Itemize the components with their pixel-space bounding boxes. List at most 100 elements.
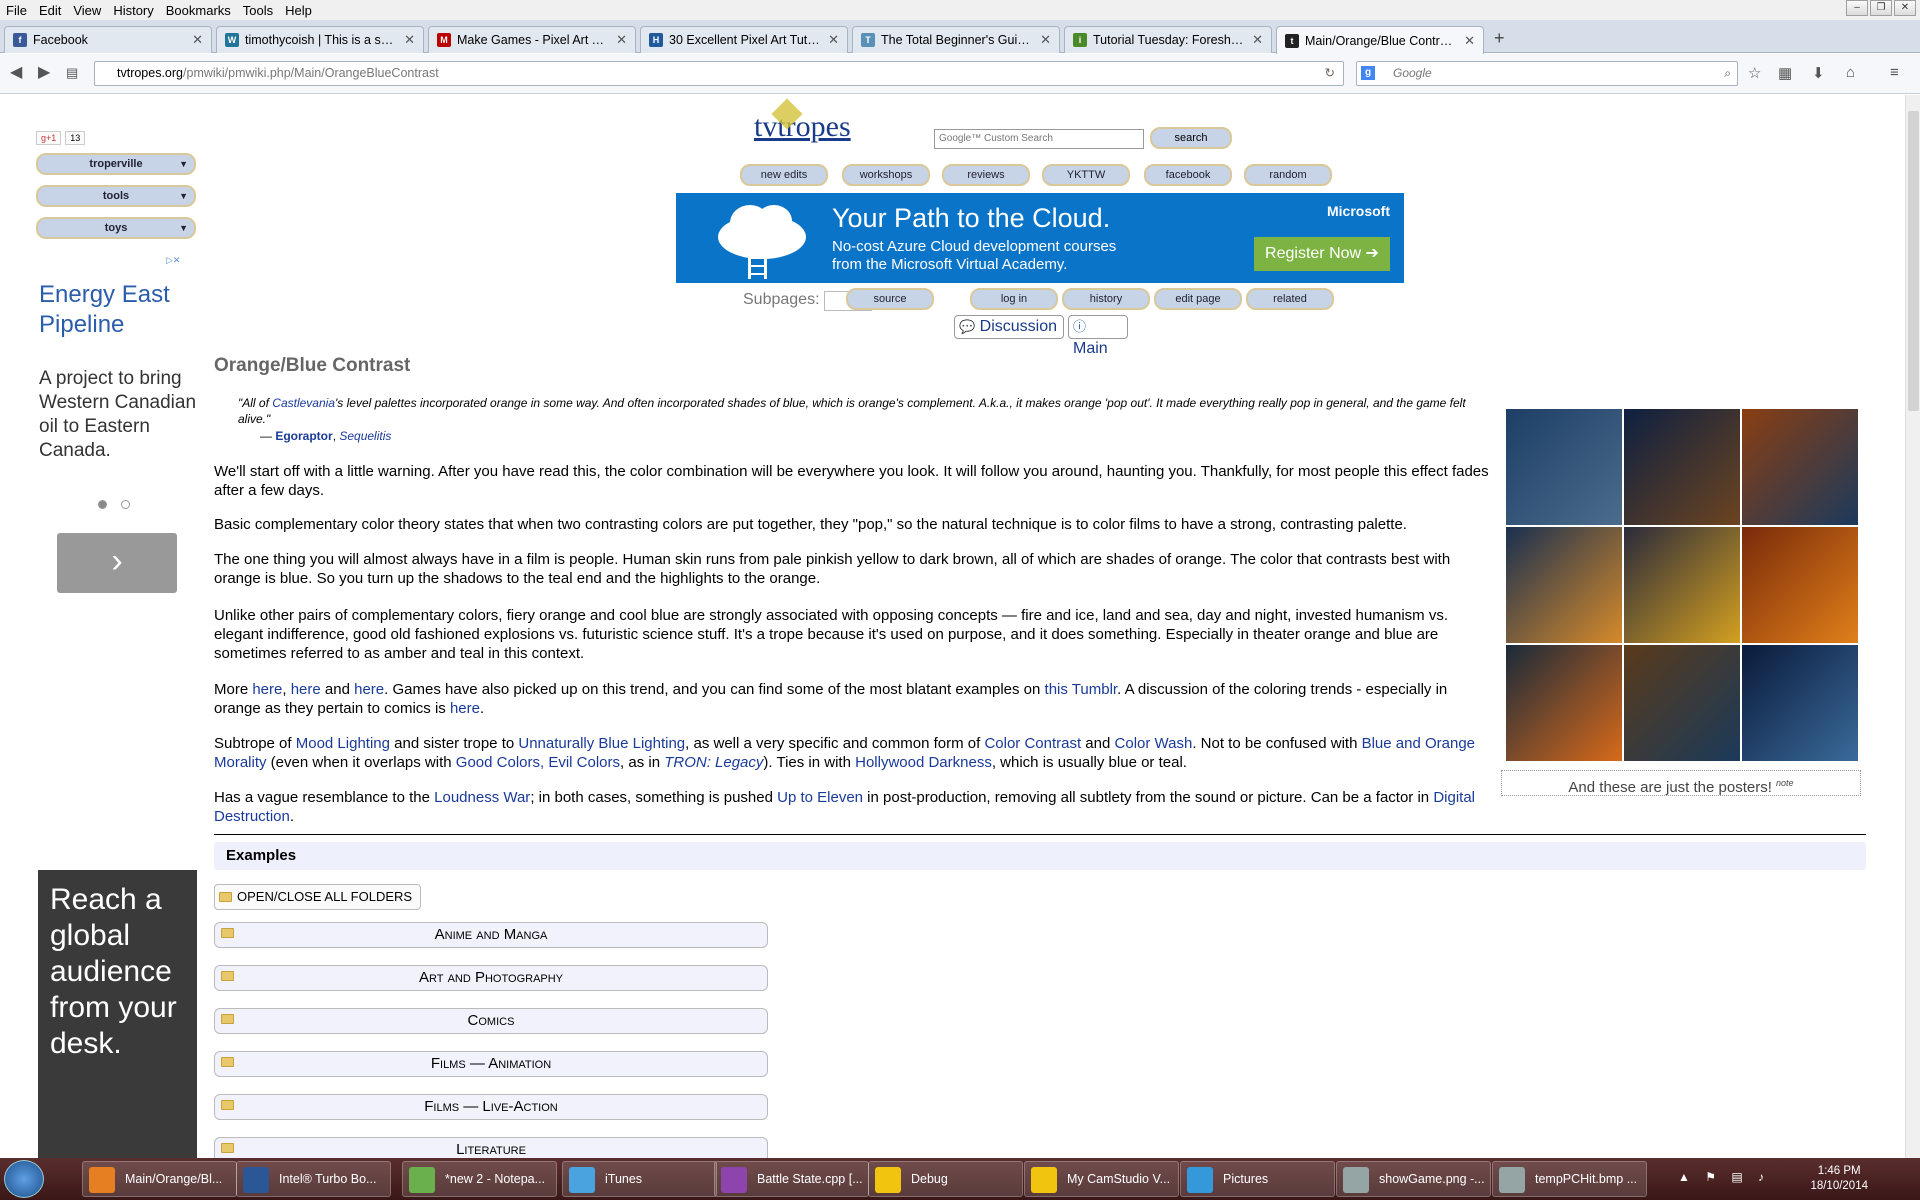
browser-tab[interactable]: i Tutorial Tuesday: Foreshor... ✕ [1064,26,1272,53]
link-mood-lighting[interactable]: Mood Lighting [296,735,390,752]
site-search-input[interactable]: Google™ Custom Search [934,129,1144,149]
nav-facebook[interactable]: facebook [1144,164,1232,186]
menu-view[interactable]: View [67,3,107,18]
search-icon[interactable]: ⌕ [1724,62,1731,85]
taskbar-item[interactable]: Battle State.cpp [... [714,1161,869,1197]
gplus-button[interactable]: g+1 [36,131,62,145]
gplus-widget[interactable]: g+1 13 [36,131,86,145]
clock[interactable]: 1:46 PM 18/10/2014 [1810,1164,1868,1194]
btn-related[interactable]: related [1246,288,1334,310]
link-sequelitis[interactable]: Sequelitis [339,429,391,443]
home-icon[interactable]: ⌂ [1846,64,1855,81]
folder-comics[interactable]: Comics [214,1008,768,1034]
nav-random[interactable]: random [1244,164,1332,186]
taskbar-item[interactable]: iTunes [562,1161,717,1197]
adchoices-icon[interactable]: ▷✕ [166,255,180,266]
start-button[interactable] [4,1160,44,1198]
close-tab-icon[interactable]: ✕ [1464,33,1475,49]
link-good-colors-evil-colors[interactable]: Good Colors, Evil Colors [456,754,620,771]
nav-new-edits[interactable]: new edits [740,164,828,186]
microsoft-ad-banner[interactable]: Your Path to the Cloud. No-cost Azure Cl… [676,193,1404,283]
taskbar-item[interactable]: Intel® Turbo Bo... [236,1161,391,1197]
ad-banner[interactable]: Reach a global audience from your desk. [38,870,197,1158]
downloads-icon[interactable]: ⬇ [1812,64,1825,82]
link-loudness-war[interactable]: Loudness War [434,789,530,806]
search-input[interactable]: g Google ⌕ [1356,61,1738,86]
menu-bookmarks[interactable]: Bookmarks [160,3,237,18]
nav-reviews[interactable]: reviews [942,164,1030,186]
scrollbar-thumb[interactable] [1908,111,1919,411]
carousel-dot[interactable] [98,500,107,509]
menu-tools-site[interactable]: tools ▼ [36,185,196,207]
browser-tab[interactable]: M Make Games - Pixel Art Tut... ✕ [428,26,636,53]
taskbar-item[interactable]: My CamStudio V... [1024,1161,1179,1197]
link-color-wash[interactable]: Color Wash [1115,735,1193,752]
close-tab-icon[interactable]: ✕ [828,32,839,48]
menu-tools[interactable]: Tools [237,3,279,18]
carousel-dot[interactable] [121,500,130,509]
nav-ykttw[interactable]: YKTTW [1042,164,1130,186]
link-egoraptor[interactable]: Egoraptor [275,429,332,443]
link-this-tumblr[interactable]: this Tumblr [1045,681,1118,698]
url-bar[interactable]: tvtropes.org/pmwiki/pmwiki.php/Main/Oran… [94,61,1344,86]
discussion-tab[interactable]: 💬 Discussion [954,315,1064,339]
link-hollywood-darkness[interactable]: Hollywood Darkness [855,754,992,771]
system-tray[interactable]: ▲ ⚑ ▤ ♪ [1678,1170,1770,1184]
ad-title[interactable]: Energy East Pipeline [39,280,199,340]
close-tab-icon[interactable]: ✕ [1040,32,1051,48]
folder-films-animation[interactable]: Films — Animation [214,1051,768,1077]
minimize-button[interactable]: – [1846,0,1868,16]
main-tab[interactable]: ⓘ Main [1068,315,1128,357]
sidebar-icon[interactable]: ▤ [66,65,78,81]
link-here[interactable]: here [450,700,480,717]
menu-icon[interactable]: ≡ [1890,64,1899,81]
browser-tab[interactable]: H 30 Excellent Pixel Art Tutori... ✕ [640,26,848,53]
folder-films-live-action[interactable]: Films — Live-Action [214,1094,768,1120]
site-search-button[interactable]: search [1150,127,1232,149]
link-here[interactable]: here [291,681,321,698]
taskbar-item[interactable]: Debug [868,1161,1023,1197]
browser-tab[interactable]: f Facebook ✕ [4,26,212,53]
taskbar-item[interactable]: showGame.png -... [1336,1161,1491,1197]
ad-next-button[interactable]: › [57,533,177,593]
tvtropes-logo[interactable]: tvtropes [754,110,851,144]
link-color-contrast[interactable]: Color Contrast [984,735,1081,752]
vertical-scrollbar[interactable] [1905,95,1920,1158]
menu-file[interactable]: File [0,3,33,18]
browser-tab[interactable]: Wtimothycoish | This is a sof... ✕ [216,26,424,53]
close-tab-icon[interactable]: ✕ [616,32,627,48]
btn-log-in[interactable]: log in [970,288,1058,310]
menu-history[interactable]: History [107,3,159,18]
browser-tab[interactable]: t Main/Orange/Blue Contras... ✕ [1276,26,1484,54]
folder-literature[interactable]: Literature [214,1137,768,1158]
nav-workshops[interactable]: workshops [842,164,930,186]
menu-edit[interactable]: Edit [33,3,67,18]
folder-art-photography[interactable]: Art and Photography [214,965,768,991]
taskbar-item[interactable]: *new 2 - Notepa... [402,1161,557,1197]
close-button[interactable]: ✕ [1894,0,1916,16]
register-now-button[interactable]: Register Now ➔ [1254,237,1390,271]
bookmarks-icon[interactable]: ▦ [1778,64,1792,82]
open-close-all-folders-button[interactable]: OPEN/CLOSE ALL FOLDERS [214,884,422,910]
forward-icon[interactable]: ▶ [38,62,50,82]
bookmark-star-icon[interactable]: ☆ [1748,64,1761,82]
new-tab-button[interactable]: + [1494,28,1505,49]
close-tab-icon[interactable]: ✕ [404,32,415,48]
link-castlevania[interactable]: Castlevania [272,396,335,410]
reload-icon[interactable]: ↻ [1325,62,1335,85]
close-tab-icon[interactable]: ✕ [192,32,203,48]
taskbar-item[interactable]: tempPCHit.bmp ... [1492,1161,1647,1197]
taskbar-item[interactable]: Main/Orange/Bl... [82,1161,237,1197]
link-unnaturally-blue-lighting[interactable]: Unnaturally Blue Lighting [518,735,685,752]
btn-history[interactable]: history [1062,288,1150,310]
browser-tab[interactable]: T The Total Beginner's Guide... ✕ [852,26,1060,53]
close-tab-icon[interactable]: ✕ [1252,32,1263,48]
menu-help[interactable]: Help [279,3,318,18]
link-here[interactable]: here [252,681,282,698]
taskbar-item[interactable]: Pictures [1180,1161,1335,1197]
link-up-to-eleven[interactable]: Up to Eleven [777,789,863,806]
link-tron-legacy[interactable]: TRON: Legacy [664,754,763,771]
folder-anime-manga[interactable]: Anime and Manga [214,922,768,948]
menu-toys[interactable]: toys ▼ [36,217,196,239]
link-here[interactable]: here [354,681,384,698]
